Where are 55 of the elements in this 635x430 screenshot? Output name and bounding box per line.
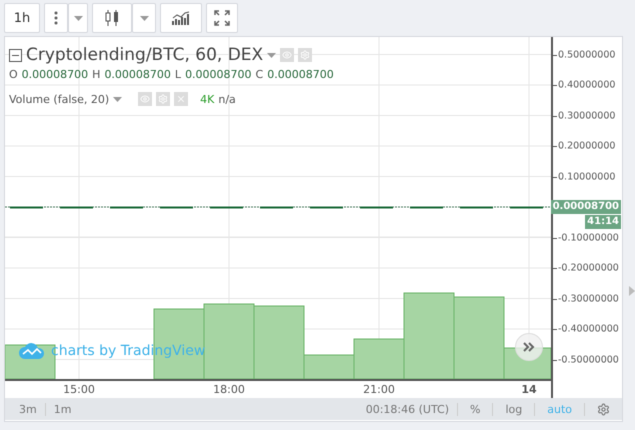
scale-option[interactable]: log [492,402,534,416]
time-label: 15:00 [63,383,95,396]
clock-text: 00:18:46 (UTC) [364,402,450,416]
chart-style-button[interactable] [92,3,132,33]
scroll-right-button[interactable] [515,333,543,361]
price-label: 0.50000000 [558,49,616,60]
caret-icon [140,16,148,20]
double-chevron-icon [523,342,535,352]
last-price-tag: 0.00008700 [550,200,621,214]
price-label: -0.40000000 [558,324,619,334]
price-label: -0.20000000 [558,262,619,274]
ohlc-value: 0.00008700 [185,68,252,81]
fullscreen-icon [214,10,230,26]
indicators-button[interactable] [160,3,202,33]
chart-bars-icon [172,11,190,25]
dropdown-button[interactable] [68,3,88,33]
scale-option[interactable]: auto [534,402,584,416]
scale-option[interactable]: % [457,402,492,416]
price-label: -0.10000000 [558,232,619,243]
candles-icon [105,9,119,27]
price-label: -0.50000000 [558,354,619,365]
time-label: 14 [521,383,537,396]
countdown-tag: 41:14 [585,215,621,229]
dropdown-button[interactable] [132,3,156,33]
volume-label: Volume (false, 20) [9,92,110,106]
time-label: 21:00 [363,383,395,396]
ohlc-label: C [256,68,264,81]
fullscreen-button[interactable] [206,3,238,33]
price-label: 0.40000000 [558,80,616,90]
price-label: -0.30000000 [558,293,619,304]
volume-extra: n/a [218,92,236,106]
interval-link[interactable]: 1m [44,402,80,416]
ohlc-value: 0.00008700 [104,68,171,81]
caret-icon [113,96,122,102]
ohlc-label: O [9,68,18,81]
price-label: 0.10000000 [558,171,616,182]
ohlc-label: H [92,68,100,81]
cloud-icon [19,343,45,359]
symbol-title: Cryptolending/BTC, 60, DEX [26,45,264,65]
settings-icon [597,402,610,416]
ohlc-label: L [174,68,182,81]
expand-arrow-icon[interactable] [629,286,635,296]
price-label: 0.20000000 [558,140,616,152]
more-button[interactable] [44,3,68,33]
interval-button[interactable]: 1h [4,3,40,33]
interval-link[interactable]: 3m [5,402,45,416]
dots-icon [54,11,58,25]
caret-icon [267,52,276,58]
volume-value: 4K [200,92,214,106]
ohlc-value: 0.00008700 [267,68,334,81]
ohlc-value: 0.00008700 [22,68,88,81]
caret-icon [74,16,82,20]
price-label: 0.30000000 [558,110,616,121]
time-label: 18:00 [213,383,245,396]
collapse-icon[interactable] [9,48,22,62]
